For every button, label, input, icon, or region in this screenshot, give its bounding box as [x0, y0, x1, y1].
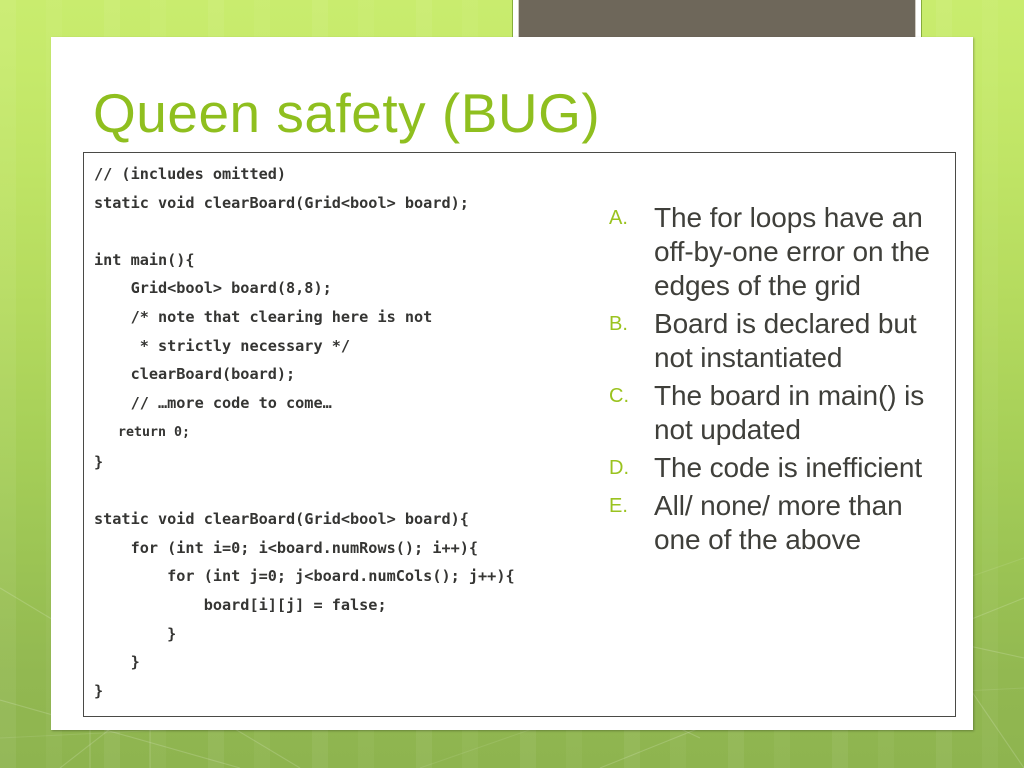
code-line: } — [94, 624, 177, 643]
code-line: } — [94, 681, 104, 700]
code-line: } — [94, 653, 140, 672]
answer-choice-d[interactable]: D. The code is inefficient — [604, 451, 949, 485]
answer-text-a: The for loops have an off-by-one error o… — [654, 202, 930, 301]
code-line: clearBoard(board); — [94, 365, 296, 384]
answer-marker-e: E. — [609, 495, 628, 517]
code-line: // …more code to come… — [94, 393, 332, 412]
code-line: static void clearBoard(Grid<bool> board)… — [94, 510, 469, 529]
code-line: Grid<bool> board(8,8); — [94, 279, 332, 298]
answer-marker-c: C. — [609, 385, 629, 407]
slide-title: Queen safety (BUG) — [93, 82, 601, 144]
code-line: for (int j=0; j<board.numCols(); j++){ — [94, 567, 515, 586]
code-line: int main(){ — [94, 250, 195, 269]
code-line: board[i][j] = false; — [94, 595, 387, 614]
code-line: /* note that clearing here is not — [94, 307, 433, 326]
answer-marker-a: A. — [609, 207, 628, 229]
answer-choice-list: A. The for loops have an off-by-one erro… — [604, 201, 949, 561]
code-block: // (includes omitted) static void clearB… — [94, 160, 599, 705]
answer-text-d: The code is inefficient — [654, 452, 923, 483]
answer-text-e: All/ none/ more than one of the above — [654, 490, 903, 555]
code-line: } — [94, 452, 104, 471]
code-line: // (includes omitted) — [94, 165, 287, 183]
answer-marker-b: B. — [609, 313, 628, 335]
slide: Queen safety (BUG) // (includes omitted)… — [0, 0, 1024, 768]
code-line: * strictly necessary */ — [94, 336, 351, 355]
answer-marker-d: D. — [609, 457, 629, 479]
answer-choice-a[interactable]: A. The for loops have an off-by-one erro… — [604, 201, 949, 303]
answer-choice-b[interactable]: B. Board is declared but not instantiate… — [604, 307, 949, 375]
code-line: return 0; — [94, 425, 191, 441]
answer-text-c: The board in main() is not updated — [654, 380, 925, 445]
answer-choice-e[interactable]: E. All/ none/ more than one of the above — [604, 489, 949, 557]
answer-choice-c[interactable]: C. The board in main() is not updated — [604, 379, 949, 447]
code-line: for (int i=0; i<board.numRows(); i++){ — [94, 538, 479, 557]
code-line: static void clearBoard(Grid<bool> board)… — [94, 193, 469, 212]
answer-text-b: Board is declared but not instantiated — [654, 308, 917, 373]
content-box: // (includes omitted) static void clearB… — [83, 152, 956, 717]
code-listing: // (includes omitted) static void clearB… — [94, 160, 599, 705]
